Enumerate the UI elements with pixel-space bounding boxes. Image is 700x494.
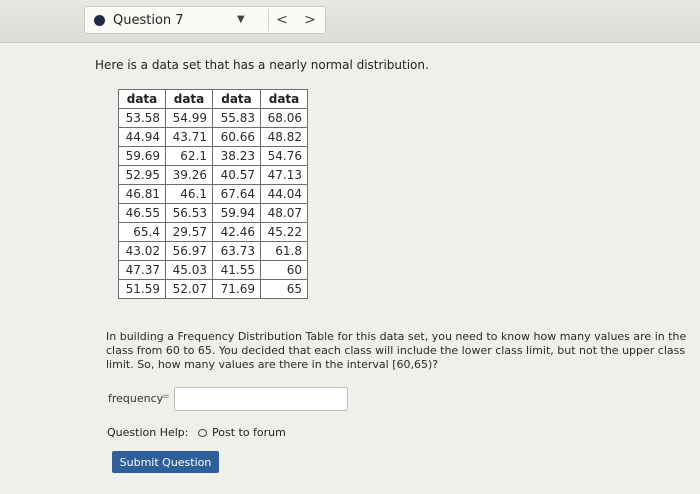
column-header: data bbox=[260, 89, 308, 109]
caret-down-icon[interactable]: ▼ bbox=[237, 14, 245, 25]
table-cell: 38.23 bbox=[212, 146, 261, 166]
table-cell: 56.97 bbox=[165, 241, 213, 261]
table-row: 44.94 43.71 60.66 48.82 bbox=[118, 127, 308, 147]
table-cell: 67.64 bbox=[212, 184, 261, 204]
data-table: data data data data 53.58 54.99 55.83 68.06… bbox=[118, 89, 308, 299]
equals-sign: = bbox=[162, 392, 170, 402]
frequency-input[interactable] bbox=[174, 387, 348, 411]
column-header: data bbox=[165, 89, 213, 109]
table-cell: 42.46 bbox=[212, 222, 261, 242]
table-cell: 39.26 bbox=[165, 165, 213, 185]
table-cell: 60 bbox=[260, 260, 308, 280]
table-row: 52.95 39.26 40.57 47.13 bbox=[118, 165, 308, 185]
table-cell: 60.66 bbox=[212, 127, 261, 147]
table-cell: 54.76 bbox=[260, 146, 308, 166]
table-cell: 47.13 bbox=[260, 165, 308, 185]
table-cell: 40.57 bbox=[212, 165, 261, 185]
table-row: 53.58 54.99 55.83 68.06 bbox=[118, 108, 308, 128]
table-cell: 43.02 bbox=[118, 241, 166, 261]
table-row: 46.81 46.1 67.64 44.04 bbox=[118, 184, 308, 204]
table-cell: 44.94 bbox=[118, 127, 166, 147]
column-header: data bbox=[118, 89, 166, 109]
column-header: data bbox=[212, 89, 261, 109]
question-selector[interactable]: Question 7 ▼ < > bbox=[84, 6, 326, 34]
table-header-row: data data data data bbox=[118, 89, 308, 109]
submit-question-button[interactable]: Submit Question bbox=[112, 451, 219, 473]
table-cell: 52.95 bbox=[118, 165, 166, 185]
table-cell: 46.1 bbox=[165, 184, 213, 204]
table-row: 47.37 45.03 41.55 60 bbox=[118, 260, 308, 280]
table-cell: 44.04 bbox=[260, 184, 308, 204]
table-row: 59.69 62.1 38.23 54.76 bbox=[118, 146, 308, 166]
table-cell: 61.8 bbox=[260, 241, 308, 261]
post-to-forum-label: Post to forum bbox=[212, 426, 286, 439]
table-cell: 46.81 bbox=[118, 184, 166, 204]
table-row: 65.4 29.57 42.46 45.22 bbox=[118, 222, 308, 242]
table-cell: 47.37 bbox=[118, 260, 166, 280]
table-body: 53.58 54.99 55.83 68.06 44.94 43.71 60.66 48.82… bbox=[118, 108, 308, 299]
table-cell: 56.53 bbox=[165, 203, 213, 223]
table-cell: 52.07 bbox=[165, 279, 213, 299]
table-cell: 45.22 bbox=[260, 222, 308, 242]
frequency-label: frequency bbox=[108, 392, 164, 405]
table-cell: 41.55 bbox=[212, 260, 261, 280]
table-row: 43.02 56.97 63.73 61.8 bbox=[118, 241, 308, 261]
table-cell: 46.55 bbox=[118, 203, 166, 223]
question-prompt: In building a Frequency Distribution Tab… bbox=[106, 330, 687, 371]
question-label: Question 7 bbox=[113, 12, 184, 28]
table-cell: 59.69 bbox=[118, 146, 166, 166]
table-cell: 48.07 bbox=[260, 203, 308, 223]
table-row: 46.55 56.53 59.94 48.07 bbox=[118, 203, 308, 223]
table-cell: 59.94 bbox=[212, 203, 261, 223]
speech-bubble-icon bbox=[198, 428, 207, 437]
chevron-left-icon[interactable]: < bbox=[268, 9, 295, 31]
table-row: 51.59 52.07 71.69 65 bbox=[118, 279, 308, 299]
table-cell: 48.82 bbox=[260, 127, 308, 147]
table-cell: 55.83 bbox=[212, 108, 261, 128]
table-cell: 53.58 bbox=[118, 108, 166, 128]
table-cell: 62.1 bbox=[165, 146, 213, 166]
chevron-right-icon[interactable]: > bbox=[297, 9, 323, 31]
table-cell: 43.71 bbox=[165, 127, 213, 147]
top-bar: Question 7 ▼ < > bbox=[0, 0, 700, 43]
table-cell: 63.73 bbox=[212, 241, 261, 261]
question-status-icon bbox=[94, 14, 105, 26]
question-help-label: Question Help: bbox=[107, 426, 189, 439]
table-cell: 45.03 bbox=[165, 260, 213, 280]
post-to-forum-link[interactable]: Post to forum bbox=[198, 426, 286, 439]
table-cell: 65 bbox=[260, 279, 308, 299]
table-cell: 29.57 bbox=[165, 222, 213, 242]
table-cell: 65.4 bbox=[118, 222, 166, 242]
table-cell: 68.06 bbox=[260, 108, 308, 128]
table-cell: 71.69 bbox=[212, 279, 261, 299]
table-cell: 54.99 bbox=[165, 108, 213, 128]
intro-text: Here is a data set that has a nearly nor… bbox=[95, 58, 429, 72]
table-cell: 51.59 bbox=[118, 279, 166, 299]
